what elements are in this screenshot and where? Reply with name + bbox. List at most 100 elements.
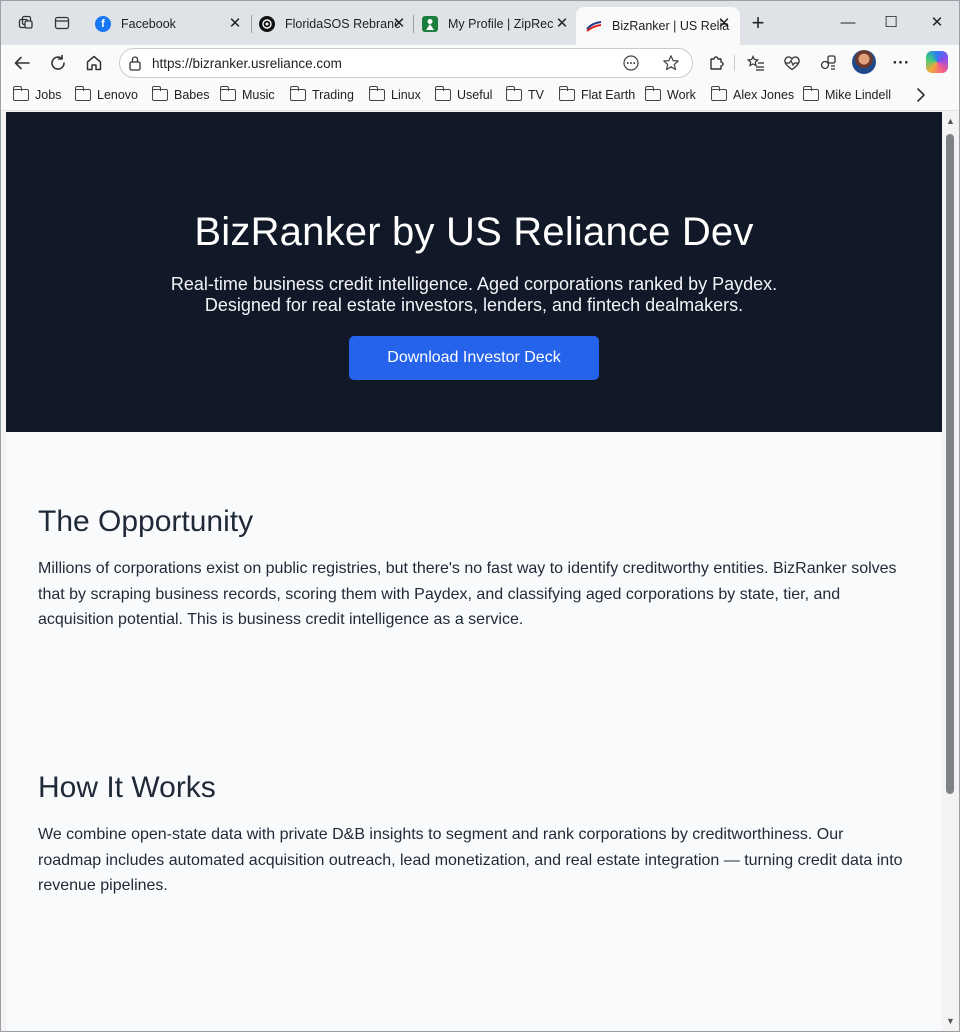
home-icon bbox=[86, 55, 102, 71]
maximize-button[interactable]: ☐ bbox=[876, 9, 906, 37]
address-bar[interactable]: https://bizranker.usreliance.com bbox=[119, 48, 693, 78]
bookmark-useful[interactable]: Useful bbox=[434, 86, 493, 102]
bookmark-tv[interactable]: TV bbox=[505, 86, 544, 102]
chevron-right-icon[interactable] bbox=[915, 87, 927, 108]
favorites-button[interactable] bbox=[743, 50, 769, 76]
extensions-button[interactable] bbox=[703, 50, 729, 76]
bookmark-label: Work bbox=[667, 88, 696, 102]
puzzle-icon bbox=[710, 56, 724, 70]
section-title-opportunity: The Opportunity bbox=[38, 505, 254, 538]
tab-floridasos[interactable]: FloridaSOS Rebranc ✕ bbox=[249, 7, 415, 41]
favorite-star-icon[interactable] bbox=[662, 54, 680, 77]
more-dots-icon: ··· bbox=[892, 53, 910, 72]
folder-icon bbox=[710, 86, 727, 101]
tab-title: My Profile | ZipRec bbox=[448, 17, 554, 31]
close-icon[interactable]: ✕ bbox=[391, 16, 407, 32]
bookmark-babes[interactable]: Babes bbox=[151, 86, 210, 102]
openai-icon bbox=[259, 16, 275, 32]
window-close-button[interactable]: ✕ bbox=[922, 9, 952, 37]
collections-button[interactable] bbox=[815, 50, 841, 76]
bookmark-flat-earth[interactable]: Flat Earth bbox=[558, 86, 636, 102]
browser-toolbar: https://bizranker.usreliance.com ··· bbox=[1, 45, 959, 81]
bookmark-jobs[interactable]: Jobs bbox=[12, 86, 62, 102]
close-icon[interactable]: ✕ bbox=[554, 16, 570, 32]
close-icon[interactable]: ✕ bbox=[227, 16, 243, 32]
minimize-button[interactable]: — bbox=[833, 9, 863, 37]
bookmark-label: Mike Lindell bbox=[825, 88, 892, 102]
folder-icon bbox=[289, 86, 306, 101]
bookmark-label: Linux bbox=[391, 88, 421, 102]
bookmark-label: Useful bbox=[457, 88, 493, 102]
url-text[interactable]: https://bizranker.usreliance.com bbox=[152, 56, 342, 71]
bookmark-music[interactable]: Music bbox=[219, 86, 275, 102]
scroll-up-arrow-icon[interactable]: ▲ bbox=[946, 116, 955, 126]
folder-icon bbox=[558, 86, 575, 101]
facebook-icon: f bbox=[95, 16, 111, 32]
bookmark-mike-lindell[interactable]: Mike Lindell bbox=[802, 86, 892, 102]
vertical-tabs-icon[interactable] bbox=[50, 11, 74, 35]
scrollbar-thumb[interactable] bbox=[946, 134, 954, 794]
bookmark-label: TV bbox=[528, 88, 544, 102]
browser-window: f Facebook ✕ FloridaSOS Rebranc ✕ My Pro… bbox=[0, 0, 960, 1032]
refresh-button[interactable] bbox=[45, 50, 71, 76]
section-title-how-it-works: How It Works bbox=[38, 771, 216, 804]
folder-icon bbox=[74, 86, 91, 101]
bookmark-trading[interactable]: Trading bbox=[289, 86, 354, 102]
new-tab-button[interactable]: + bbox=[745, 11, 771, 37]
bookmark-label: Trading bbox=[312, 88, 354, 102]
collections-icon bbox=[820, 55, 836, 70]
bookmarks-bar: Jobs Lenovo Babes Music Trading Linux Us… bbox=[1, 81, 959, 111]
bookmark-label: Jobs bbox=[35, 88, 62, 102]
close-icon[interactable]: ✕ bbox=[716, 16, 732, 32]
download-investor-deck-button[interactable]: Download Investor Deck bbox=[349, 336, 599, 380]
tab-strip: f Facebook ✕ FloridaSOS Rebranc ✕ My Pro… bbox=[1, 1, 959, 45]
scroll-down-arrow-icon[interactable]: ▼ bbox=[946, 1016, 955, 1026]
favorites-list-icon bbox=[747, 55, 764, 71]
page-viewport: BizRanker by US Reliance Dev Real-time b… bbox=[6, 112, 942, 1030]
ziprecruiter-icon bbox=[422, 16, 438, 32]
reader-options-icon[interactable] bbox=[622, 54, 640, 77]
home-button[interactable] bbox=[81, 50, 107, 76]
refresh-icon bbox=[51, 54, 65, 70]
hero-title: BizRanker by US Reliance Dev bbox=[194, 210, 754, 254]
bookmark-label: Music bbox=[242, 88, 275, 102]
tab-title: FloridaSOS Rebranc bbox=[285, 17, 401, 31]
hero-section: BizRanker by US Reliance Dev Real-time b… bbox=[6, 112, 942, 432]
tab-ziprecruiter[interactable]: My Profile | ZipRec ✕ bbox=[412, 7, 578, 41]
tab-title: Facebook bbox=[121, 17, 176, 31]
back-button[interactable] bbox=[9, 50, 35, 76]
us-flag-icon bbox=[586, 18, 602, 34]
folder-icon bbox=[12, 86, 29, 101]
tab-facebook[interactable]: f Facebook ✕ bbox=[85, 7, 251, 41]
bookmark-label: Alex Jones bbox=[733, 88, 795, 102]
hero-subtitle: Real-time business credit intelligence. … bbox=[6, 274, 942, 316]
settings-more-button[interactable]: ··· bbox=[888, 50, 914, 76]
workspaces-icon[interactable] bbox=[14, 11, 38, 35]
folder-icon bbox=[368, 86, 385, 101]
section-body-opportunity: Millions of corporations exist on public… bbox=[38, 560, 897, 629]
folder-icon bbox=[434, 86, 451, 101]
profile-avatar[interactable] bbox=[852, 50, 876, 74]
bookmark-label: Babes bbox=[174, 88, 210, 102]
lock-icon[interactable] bbox=[128, 55, 142, 76]
bookmark-lenovo[interactable]: Lenovo bbox=[74, 86, 139, 102]
toolbar-divider bbox=[734, 55, 735, 71]
tab-bizranker[interactable]: BizRanker | US Relia ✕ bbox=[576, 7, 740, 45]
section-body-how-it-works: We combine open-state data with private … bbox=[38, 826, 903, 895]
copilot-icon[interactable] bbox=[926, 51, 948, 73]
bookmark-linux[interactable]: Linux bbox=[368, 86, 421, 102]
back-arrow-icon bbox=[14, 56, 30, 70]
browser-essentials-button[interactable] bbox=[779, 50, 805, 76]
folder-icon bbox=[151, 86, 168, 101]
folder-icon bbox=[644, 86, 661, 101]
hero-subtitle-line: Designed for real estate investors, lend… bbox=[204, 295, 744, 315]
bookmark-label: Flat Earth bbox=[581, 88, 636, 102]
folder-icon bbox=[802, 86, 819, 101]
bookmark-label: Lenovo bbox=[97, 88, 139, 102]
vertical-scrollbar[interactable]: ▲ ▼ bbox=[942, 112, 959, 1030]
bookmark-alex-jones[interactable]: Alex Jones bbox=[710, 86, 795, 102]
bookmark-work[interactable]: Work bbox=[644, 86, 696, 102]
tab-title: BizRanker | US Relia bbox=[612, 19, 730, 33]
heart-pulse-icon bbox=[784, 56, 800, 71]
folder-icon bbox=[505, 86, 522, 101]
